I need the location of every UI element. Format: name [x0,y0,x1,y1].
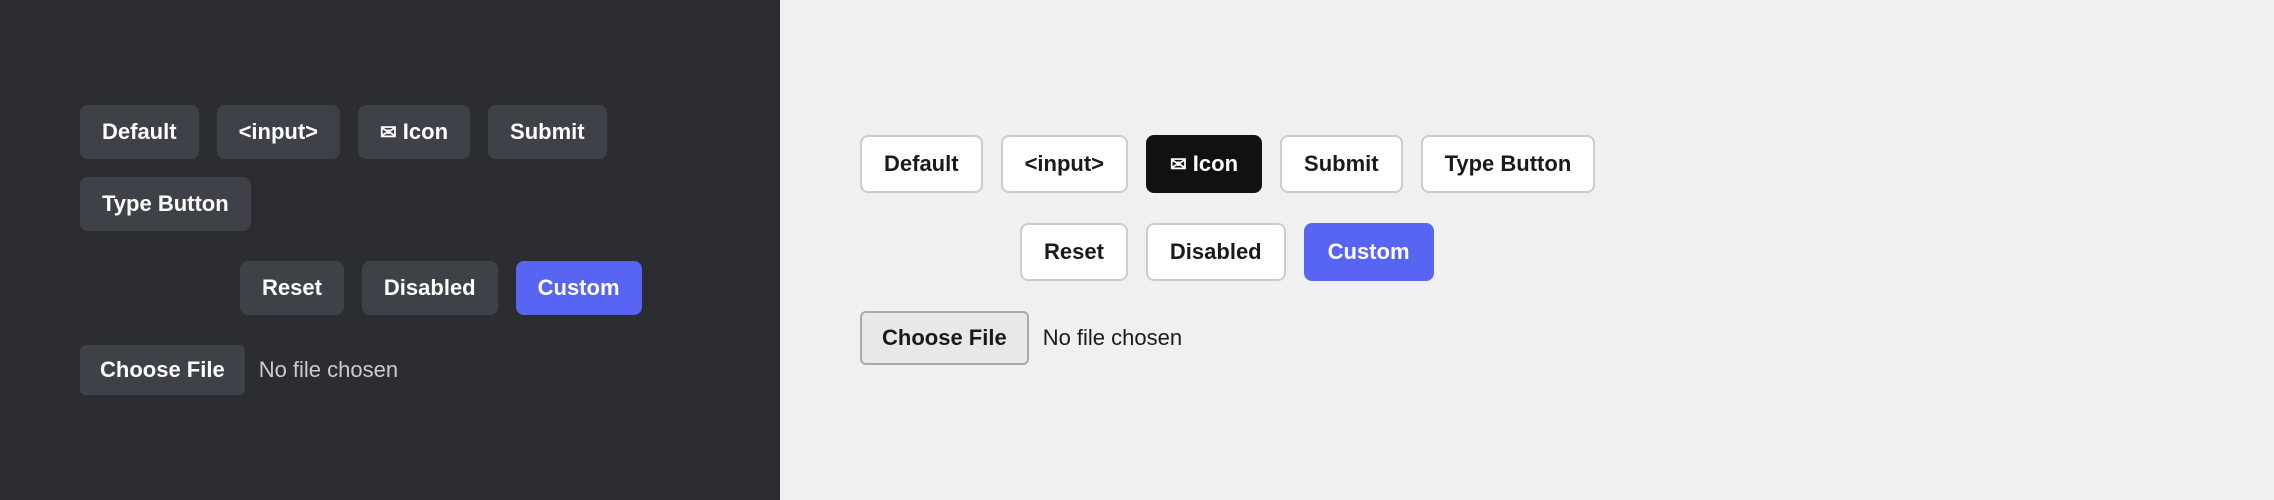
light-input-button[interactable]: <input> [1001,135,1128,193]
dark-submit-button[interactable]: Submit [488,105,607,159]
dark-disabled-button[interactable]: Disabled [362,261,498,315]
dark-no-file-label: No file chosen [259,357,398,383]
light-no-file-label: No file chosen [1043,325,1182,351]
dark-icon-button[interactable]: ✉Icon [358,105,470,159]
dark-file-row: Choose File No file chosen [80,345,700,395]
light-type-button[interactable]: Type Button [1421,135,1596,193]
mail-icon: ✉ [380,120,397,145]
light-submit-button[interactable]: Submit [1280,135,1403,193]
light-panel: Default <input> ✉Icon Submit Type Button… [780,0,2274,500]
dark-row-2: Reset Disabled Custom [80,261,700,315]
dark-choose-file-button[interactable]: Choose File [80,345,245,395]
dark-reset-button[interactable]: Reset [240,261,344,315]
light-disabled-button[interactable]: Disabled [1146,223,1286,281]
dark-row-1: Default <input> ✉Icon Submit Type Button [80,105,700,231]
dark-custom-button[interactable]: Custom [516,261,642,315]
dark-default-button[interactable]: Default [80,105,199,159]
light-file-row: Choose File No file chosen [860,311,2194,365]
light-row-2: Reset Disabled Custom [860,223,2194,281]
dark-type-button[interactable]: Type Button [80,177,251,231]
light-custom-button[interactable]: Custom [1304,223,1434,281]
light-default-button[interactable]: Default [860,135,983,193]
dark-input-button[interactable]: <input> [217,105,340,159]
light-icon-button[interactable]: ✉Icon [1146,135,1262,193]
light-row-1: Default <input> ✉Icon Submit Type Button [860,135,2194,193]
mail-icon-light: ✉ [1170,152,1187,177]
dark-panel: Default <input> ✉Icon Submit Type Button… [0,0,780,500]
light-choose-file-button[interactable]: Choose File [860,311,1029,365]
light-reset-button[interactable]: Reset [1020,223,1128,281]
